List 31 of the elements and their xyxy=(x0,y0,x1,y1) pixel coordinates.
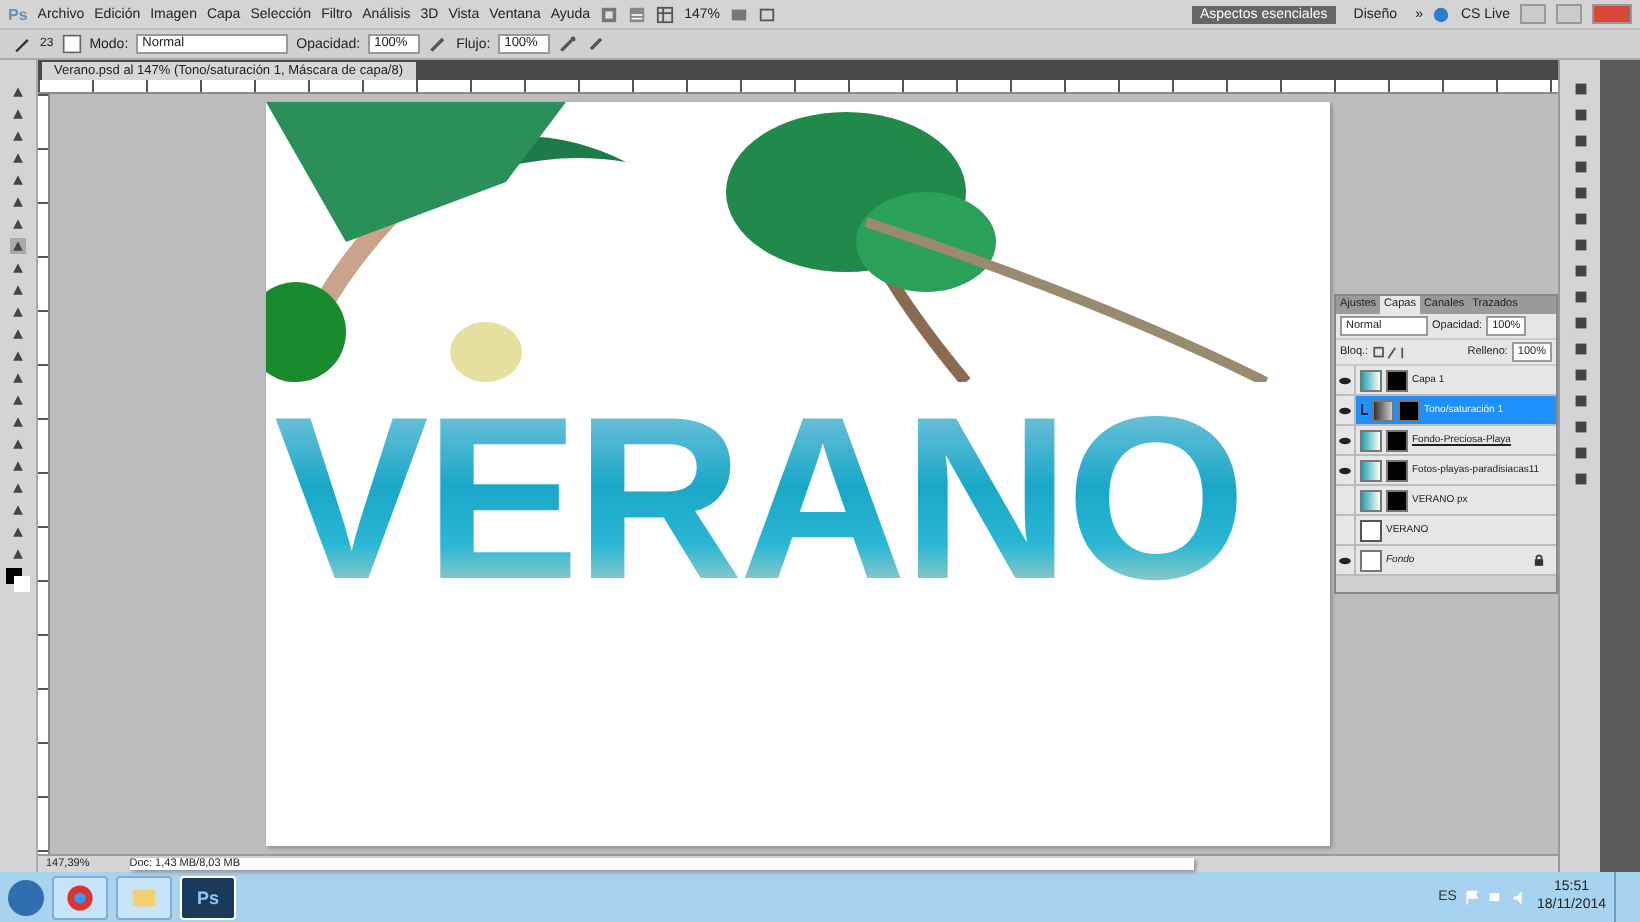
eye-icon xyxy=(1338,555,1352,565)
view-extras-icon[interactable] xyxy=(656,5,675,23)
visibility-toggle[interactable] xyxy=(1336,456,1356,484)
cs-live-icon xyxy=(1432,5,1451,23)
mini-bridge-icon[interactable] xyxy=(628,5,647,23)
eye-icon xyxy=(1338,405,1352,415)
layer-thumbnail xyxy=(1360,429,1382,451)
eye-icon xyxy=(1338,375,1352,385)
screen-mode-icon[interactable] xyxy=(757,5,776,23)
airbrush-icon[interactable] xyxy=(558,34,579,54)
visibility-toggle[interactable] xyxy=(1336,366,1356,394)
layer-thumbnail xyxy=(1360,489,1382,511)
photoshop-taskbar-button[interactable]: Ps xyxy=(180,875,236,919)
lock-options-icon[interactable] xyxy=(1372,345,1409,359)
visibility-toggle[interactable] xyxy=(1336,426,1356,454)
layer-thumbnail xyxy=(1360,369,1382,391)
lock-icon xyxy=(1534,554,1544,566)
app-logo: Ps xyxy=(8,5,28,23)
color-swatches[interactable] xyxy=(6,568,30,592)
visibility-toggle[interactable] xyxy=(1336,546,1356,574)
eye-icon xyxy=(1338,435,1352,445)
start-button[interactable] xyxy=(8,879,44,915)
browser-taskbar-icon[interactable] xyxy=(52,875,108,919)
brush-panel-icon[interactable] xyxy=(61,34,82,54)
adjustment-thumbnail xyxy=(1372,399,1394,421)
eye-icon xyxy=(1338,465,1352,475)
layer-thumbnail xyxy=(1360,549,1382,571)
bridge-icon[interactable] xyxy=(600,5,619,23)
visibility-toggle[interactable] xyxy=(1336,396,1356,424)
text-layer-thumbnail xyxy=(1360,519,1382,541)
layer-thumbnail xyxy=(1360,459,1382,481)
